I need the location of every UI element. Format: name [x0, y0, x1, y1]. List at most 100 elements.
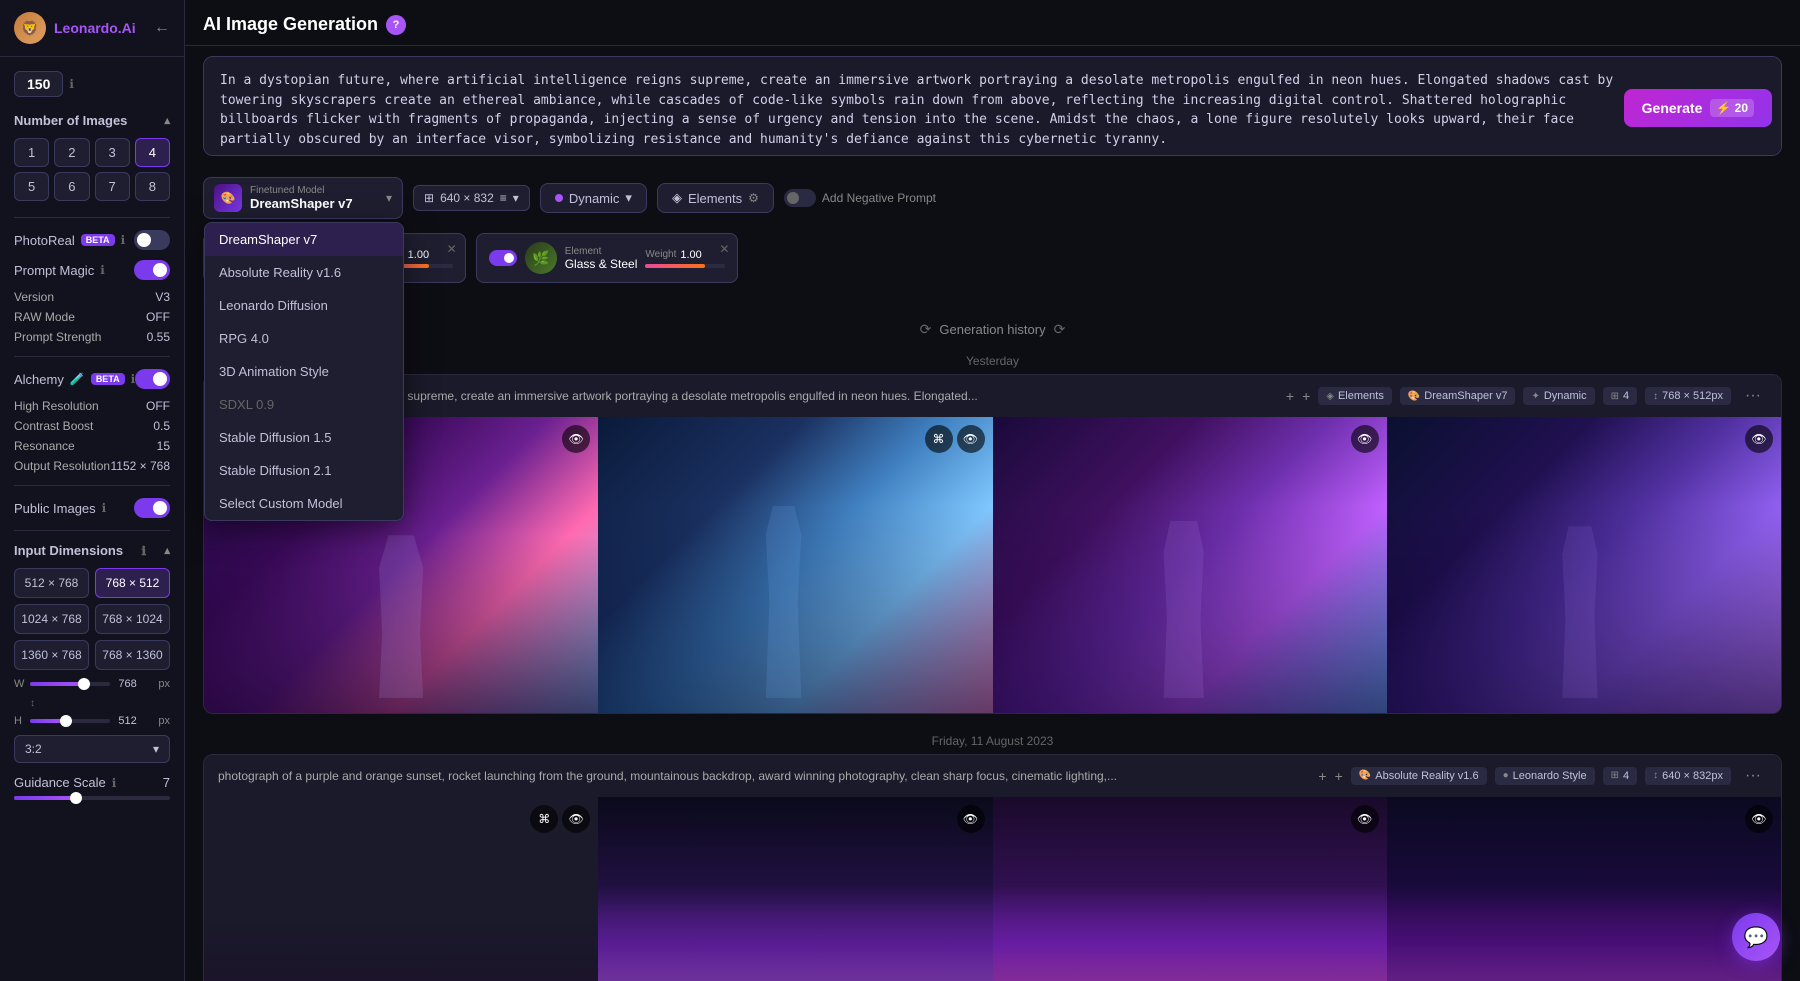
num-btn-6[interactable]: 6: [54, 172, 89, 201]
style-label: Dynamic: [569, 191, 620, 206]
resolution-badge[interactable]: ⊞ 640 × 832 ≡ ▾: [413, 185, 530, 211]
gen-image-1-2[interactable]: ⌘ 👁: [598, 417, 992, 713]
model-selector[interactable]: 🎨 Finetuned Model DreamShaper v7 ▾ Dream…: [203, 177, 403, 219]
logo-text: Leonardo.Ai: [54, 20, 136, 36]
alchemy-toggle[interactable]: [135, 369, 170, 389]
gen-row-2-res-chip: ↕ 640 × 832px: [1645, 767, 1731, 785]
gen-image-2-2-eye-btn[interactable]: 👁: [957, 805, 985, 833]
input-dimensions-info-icon[interactable]: ℹ: [141, 544, 146, 558]
num-btn-3[interactable]: 3: [95, 138, 130, 167]
prompt-textarea[interactable]: [203, 56, 1782, 156]
dropdown-item-dreamshaperv7[interactable]: DreamShaper v7: [205, 223, 403, 256]
gen-image-2-3[interactable]: 👁: [993, 797, 1387, 981]
element2-weight: Weight 1.00: [645, 249, 725, 268]
num-images-grid: 1 2 3 4 5 6 7 8: [14, 138, 170, 201]
num-btn-2[interactable]: 2: [54, 138, 89, 167]
prompt-magic-toggle[interactable]: [134, 260, 170, 280]
public-images-info-icon[interactable]: ℹ: [102, 501, 107, 515]
num-btn-7[interactable]: 7: [95, 172, 130, 201]
page-info-button[interactable]: ?: [386, 15, 406, 35]
gen-image-2-2[interactable]: 👁: [598, 797, 992, 981]
dim-btn-768x512[interactable]: 768 × 512: [95, 568, 170, 598]
gen-image-1-2-eye-btn[interactable]: 👁: [957, 425, 985, 453]
res-chevron-icon: ▾: [513, 191, 519, 205]
token-info-icon[interactable]: ℹ: [69, 77, 74, 91]
guidance-slider-track[interactable]: [14, 796, 170, 800]
dim-btn-512x768[interactable]: 512 × 768: [14, 568, 89, 598]
dropdown-item-leonardo-diffusion[interactable]: Leonardo Diffusion: [205, 289, 403, 322]
gen-image-2-1-eye-btn[interactable]: 👁: [562, 805, 590, 833]
element2-weight-bar[interactable]: [645, 264, 725, 268]
public-images-toggle[interactable]: [134, 498, 170, 518]
input-dimensions-chevron[interactable]: ▴: [164, 544, 170, 557]
aspect-ratio-select[interactable]: 3:2 ▾: [14, 735, 170, 763]
gen-elements-icon: ◈: [1326, 391, 1334, 402]
gen-image-1-2-actions: ⌘ 👁: [925, 425, 985, 453]
height-slider-track[interactable]: [30, 719, 110, 723]
num-btn-8[interactable]: 8: [135, 172, 170, 201]
dropdown-item-rpg40[interactable]: RPG 4.0: [205, 322, 403, 355]
gen-image-2-1[interactable]: ⌘ 👁: [204, 797, 598, 981]
num-btn-1[interactable]: 1: [14, 138, 49, 167]
gen-row-1-expand-btn[interactable]: +: [1286, 388, 1294, 404]
guidance-scale-info-icon[interactable]: ℹ: [112, 776, 117, 790]
dim-btn-768x1024[interactable]: 768 × 1024: [95, 604, 170, 634]
gen-image-2-4-overlay: 👁: [1387, 797, 1781, 981]
num-btn-4[interactable]: 4: [135, 138, 170, 167]
photo-real-toggle[interactable]: [134, 230, 170, 250]
dim-btn-768x1360[interactable]: 768 × 1360: [95, 640, 170, 670]
width-slider-track[interactable]: [30, 682, 110, 686]
dropdown-item-absolute-reality[interactable]: Absolute Reality v1.6: [205, 256, 403, 289]
generate-button[interactable]: Generate ⚡ 20: [1624, 89, 1772, 127]
width-slider-row: W 768 px: [14, 678, 170, 690]
gen-image-2-3-eye-btn[interactable]: 👁: [1351, 805, 1379, 833]
dropdown-item-sdxl09: SDXL 0.9: [205, 388, 403, 421]
gen-image-1-3-eye-btn[interactable]: 👁: [1351, 425, 1379, 453]
num-images-chevron[interactable]: ▴: [164, 114, 170, 127]
neg-prompt-toggle[interactable]: Add Negative Prompt: [784, 189, 936, 207]
token-count: 150: [14, 71, 63, 97]
gen-image-1-2-wand-btn[interactable]: ⌘: [925, 425, 953, 453]
element1-close-button[interactable]: ✕: [447, 242, 457, 256]
gen-image-2-1-actions: ⌘ 👁: [530, 805, 590, 833]
chat-bubble-button[interactable]: 💬: [1732, 913, 1780, 961]
date-friday: Friday, 11 August 2023: [185, 728, 1800, 754]
dim-btn-1360x768[interactable]: 1360 × 768: [14, 640, 89, 670]
dropdown-item-custom-model[interactable]: Select Custom Model: [205, 487, 403, 520]
gen-image-1-4[interactable]: 👁: [1387, 417, 1781, 713]
num-btn-5[interactable]: 5: [14, 172, 49, 201]
gen-image-2-4[interactable]: 👁: [1387, 797, 1781, 981]
gen-row-1-more-btn[interactable]: ···: [1739, 385, 1767, 407]
gen-image-1-3-overlay: 👁: [993, 417, 1387, 713]
model-info: Finetuned Model DreamShaper v7: [250, 185, 378, 211]
photo-real-info-icon[interactable]: ℹ: [121, 233, 126, 247]
gen-res-icon: ↕: [1653, 391, 1658, 402]
gen-image-2-4-eye-btn[interactable]: 👁: [1745, 805, 1773, 833]
dropdown-item-sd15[interactable]: Stable Diffusion 1.5: [205, 421, 403, 454]
gen-row-1-add-btn[interactable]: +: [1302, 388, 1310, 404]
dropdown-item-sd21[interactable]: Stable Diffusion 2.1: [205, 454, 403, 487]
prompt-magic-info-icon[interactable]: ℹ: [100, 263, 105, 277]
gen-image-1-3[interactable]: 👁: [993, 417, 1387, 713]
photo-real-badge: BETA: [81, 234, 115, 246]
gen-row-2-add-btn[interactable]: +: [1335, 768, 1343, 784]
style-selector[interactable]: Dynamic ▾: [540, 183, 647, 213]
dropdown-item-3d-animation[interactable]: 3D Animation Style: [205, 355, 403, 388]
gen-image-1-1-eye-btn[interactable]: 👁: [562, 425, 590, 453]
dim-btn-1024x768[interactable]: 1024 × 768: [14, 604, 89, 634]
raw-mode-row: RAW Mode OFF: [14, 310, 170, 324]
gen-image-2-1-wand-btn[interactable]: ⌘: [530, 805, 558, 833]
gen-row-2-more-btn[interactable]: ···: [1739, 765, 1767, 787]
generation-area[interactable]: ⟳ Generation history ⟳ Yesterday ...wher…: [185, 311, 1800, 981]
gen-row-1-count-chip: ⊞ 4: [1603, 387, 1638, 405]
element2-close-button[interactable]: ✕: [719, 242, 729, 256]
back-button[interactable]: ←: [154, 19, 170, 37]
gen-image-1-4-eye-btn[interactable]: 👁: [1745, 425, 1773, 453]
gen-history-label: Generation history: [939, 322, 1045, 337]
page-title: AI Image Generation: [203, 14, 378, 35]
gen-row-2-expand-btn[interactable]: +: [1318, 768, 1326, 784]
elements-button[interactable]: ◈ Elements ⚙: [657, 183, 774, 213]
element2-toggle[interactable]: [489, 250, 517, 266]
gen-image-2-3-actions: 👁: [1351, 805, 1379, 833]
photo-real-row: PhotoReal BETA ℹ: [14, 230, 170, 250]
